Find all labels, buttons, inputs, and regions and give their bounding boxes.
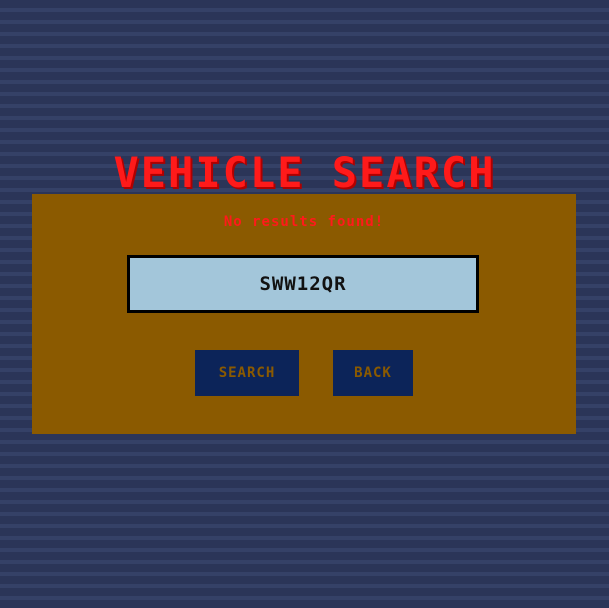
back-button[interactable]: BACK bbox=[333, 350, 413, 396]
search-panel: No results found! SEARCH BACK bbox=[32, 194, 576, 434]
plate-number-input[interactable] bbox=[127, 255, 479, 313]
search-button[interactable]: SEARCH bbox=[195, 350, 299, 396]
page-title: VEHICLE SEARCH bbox=[113, 148, 496, 197]
error-message: No results found! bbox=[223, 214, 385, 230]
